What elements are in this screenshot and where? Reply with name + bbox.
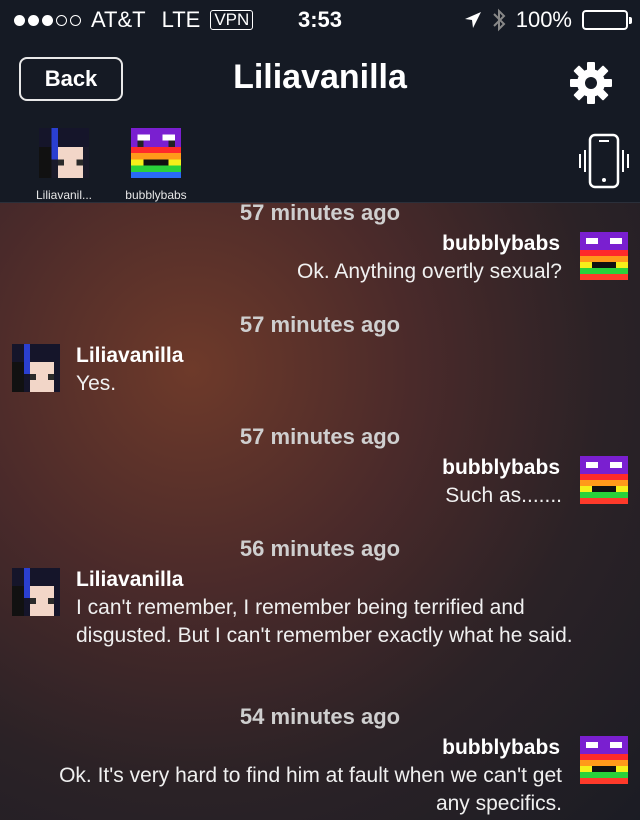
message-text: Yes. (76, 372, 117, 395)
message-text: Such as....... (445, 484, 562, 507)
bubblybabs-avatar[interactable] (580, 456, 628, 504)
message-timestamp: 57 minutes ago (239, 200, 401, 225)
vibrate-phone-icon[interactable] (576, 132, 632, 190)
bubblybabs-avatar[interactable] (580, 736, 628, 784)
message-timestamp: 57 minutes ago (239, 312, 401, 337)
settings-gear-icon[interactable] (568, 60, 614, 106)
message-timestamp: 56 minutes ago (239, 536, 401, 561)
message-sender: Liliavanilla (76, 344, 184, 367)
location-arrow-icon (464, 12, 481, 28)
participant-liliavanilla[interactable]: Liliavanil... (24, 128, 104, 202)
message-sender: bubblybabs (442, 232, 560, 255)
participant-bubblybabs[interactable]: bubblybabs (116, 128, 196, 202)
message-text: Ok. Anything overtly sexual? (297, 260, 562, 283)
message-sender: bubblybabs (442, 456, 560, 479)
message-sender: Liliavanilla (76, 568, 184, 591)
conversation-title: Liliavanilla (233, 58, 407, 96)
bluetooth-icon (493, 8, 506, 32)
liliavanilla-avatar (39, 128, 89, 178)
battery-icon (582, 10, 632, 30)
liliavanilla-avatar[interactable] (12, 344, 60, 392)
status-bar: AT&T LTE VPN 3:53 100% (0, 0, 640, 40)
back-button[interactable]: Back (19, 57, 123, 101)
bubblybabs-avatar[interactable] (580, 232, 628, 280)
bubblybabs-avatar (131, 128, 181, 178)
message-sender: bubblybabs (442, 736, 560, 759)
message-text: I can't remember, I remember being terri… (76, 596, 573, 647)
message-timestamp: 57 minutes ago (239, 424, 401, 449)
battery-percent: 100% (515, 7, 572, 32)
liliavanilla-avatar[interactable] (12, 568, 60, 616)
message-timestamp: 54 minutes ago (239, 704, 401, 729)
message-text: Ok. It's very hard to find him at fault … (59, 764, 562, 815)
header: AT&T LTE VPN 3:53 100% Back Liliavanilla (0, 0, 640, 203)
